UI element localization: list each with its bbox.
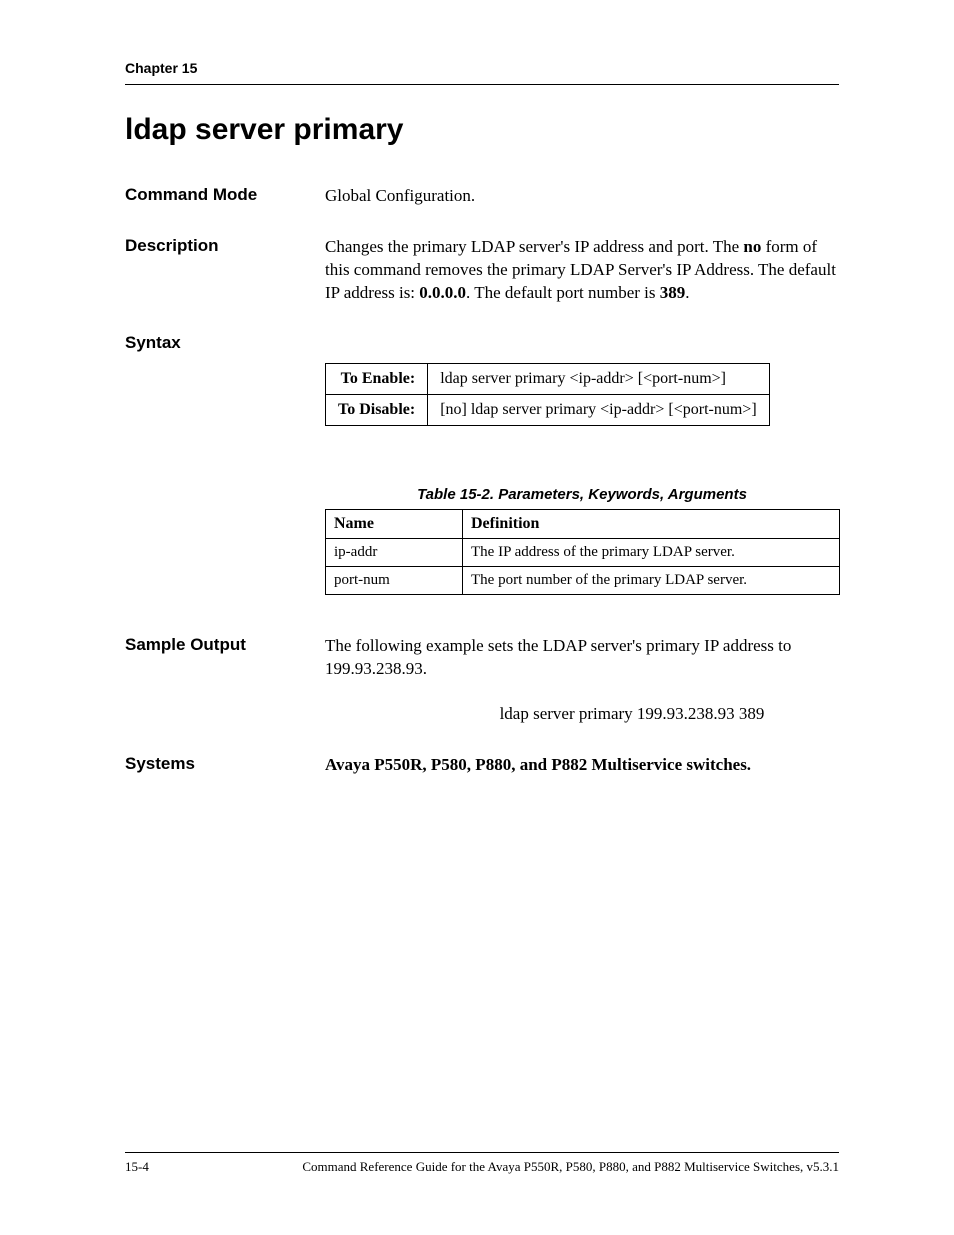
syntax-row-disable: To Disable: [no] ldap server primary <ip… <box>326 394 770 425</box>
description-text: Changes the primary LDAP server's IP add… <box>325 236 839 305</box>
param-header-definition: Definition <box>463 509 840 538</box>
syntax-enable-value: ldap server primary <ip-addr> [<port-num… <box>428 363 769 394</box>
syntax-disable-label: To Disable: <box>326 394 428 425</box>
param-table-header-row: Name Definition <box>326 509 840 538</box>
param-header-name: Name <box>326 509 463 538</box>
syntax-disable-value: [no] ldap server primary <ip-addr> [<por… <box>428 394 769 425</box>
sample-output-label: Sample Output <box>125 635 325 726</box>
footer-text: Command Reference Guide for the Avaya P5… <box>302 1159 839 1175</box>
header-rule <box>125 84 839 85</box>
syntax-enable-label: To Enable: <box>326 363 428 394</box>
desc-bold-no: no <box>743 237 761 256</box>
description-section: Description Changes the primary LDAP ser… <box>125 236 839 305</box>
desc-mid2: . The default port number is <box>466 283 660 302</box>
command-mode-label: Command Mode <box>125 185 325 208</box>
param-definition: The IP address of the primary LDAP serve… <box>463 538 840 566</box>
syntax-table: To Enable: ldap server primary <ip-addr>… <box>325 363 770 426</box>
systems-text: Avaya P550R, P580, P880, and P882 Multis… <box>325 754 839 777</box>
footer-page-number: 15-4 <box>125 1159 149 1175</box>
desc-bold-port: 389 <box>660 283 686 302</box>
systems-label: Systems <box>125 754 325 777</box>
param-table-caption: Table 15-2. Parameters, Keywords, Argume… <box>325 486 839 503</box>
desc-pre: Changes the primary LDAP server's IP add… <box>325 237 743 256</box>
param-definition: The port number of the primary LDAP serv… <box>463 566 840 594</box>
sample-output-section: Sample Output The following example sets… <box>125 635 839 726</box>
param-row: port-num The port number of the primary … <box>326 566 840 594</box>
param-name: ip-addr <box>326 538 463 566</box>
sample-output-text: The following example sets the LDAP serv… <box>325 635 839 681</box>
param-table: Name Definition ip-addr The IP address o… <box>325 509 840 595</box>
syntax-section: Syntax <box>125 333 839 353</box>
chapter-label: Chapter 15 <box>125 60 839 76</box>
sample-output-code: ldap server primary 199.93.238.93 389 <box>425 703 839 726</box>
syntax-label: Syntax <box>125 333 325 353</box>
page-title: ldap server primary <box>125 113 839 147</box>
systems-section: Systems Avaya P550R, P580, P880, and P88… <box>125 754 839 777</box>
desc-bold-ip: 0.0.0.0 <box>419 283 466 302</box>
command-mode-section: Command Mode Global Configuration. <box>125 185 839 208</box>
description-label: Description <box>125 236 325 305</box>
param-name: port-num <box>326 566 463 594</box>
page-footer: 15-4 Command Reference Guide for the Ava… <box>125 1152 839 1175</box>
command-mode-text: Global Configuration. <box>325 185 839 208</box>
param-row: ip-addr The IP address of the primary LD… <box>326 538 840 566</box>
syntax-row-enable: To Enable: ldap server primary <ip-addr>… <box>326 363 770 394</box>
footer-rule <box>125 1152 839 1153</box>
desc-post: . <box>685 283 689 302</box>
